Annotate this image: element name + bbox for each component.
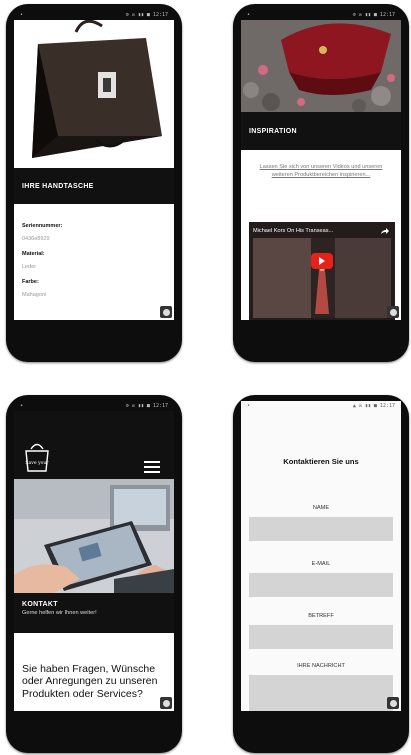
form-title: Kontaktieren Sie uns: [283, 457, 359, 466]
chat-button[interactable]: [160, 306, 172, 318]
section-title-bar: IHRE HANDTASCHE: [14, 168, 174, 204]
status-right: ⚙ ✉ ▮▮ ■ 12:17: [352, 12, 395, 18]
material-value: Leder: [22, 264, 37, 270]
chat-icon: [162, 699, 170, 707]
handbag-photo: [14, 20, 174, 168]
chat-icon: [389, 308, 397, 316]
hamburger-menu-button[interactable]: [144, 461, 160, 473]
chat-icon: [162, 308, 170, 316]
chat-button[interactable]: [387, 306, 399, 318]
chat-button[interactable]: [387, 697, 399, 709]
youtube-video-embed[interactable]: Michael Kors On His Transeas...: [249, 222, 395, 320]
screen: Save your KONTAKT Gerne helfen wir Ihnen…: [14, 411, 174, 711]
name-label: NAME: [312, 505, 330, 511]
message-label: IHRE NACHRICHT: [297, 663, 345, 669]
phone-inspiration: • ⚙ ✉ ▮▮ ■ 12:17 INSPIRATION Lassen Sie …: [233, 4, 409, 362]
status-right: ⚙ ✉ ▮▮ ■ 12:17: [125, 403, 168, 409]
color-label: Farbe:: [22, 279, 39, 285]
play-icon: [319, 257, 325, 265]
name-field[interactable]: [249, 517, 393, 541]
section-title-bar: INSPIRATION: [241, 112, 401, 150]
subject-field[interactable]: [249, 625, 393, 649]
play-button[interactable]: [311, 253, 333, 269]
tablet-hands-photo: [14, 479, 174, 593]
color-value: Mahagoni: [22, 292, 47, 298]
section-title-bar: KONTAKT Gerne helfen wir Ihnen weiter!: [14, 593, 174, 633]
subject-label: BETREFF: [308, 613, 334, 619]
screen: INSPIRATION Lassen Sie sich von unseren …: [241, 20, 401, 320]
phone-handbag-details: • ⚙ ✉ ▮▮ ■ 12:17 IHRE HANDTASCHE Serienn…: [6, 4, 182, 362]
section-title: KONTAKT: [22, 601, 58, 608]
serial-value: 0436e8929: [22, 236, 50, 242]
serial-label: Seriennummer:: [22, 223, 63, 229]
status-left: •: [20, 403, 24, 409]
video-title: Michael Kors On His Transeas...: [253, 228, 334, 234]
section-subtitle: Gerne helfen wir Ihnen weiter!: [22, 610, 97, 616]
inspiration-link[interactable]: Lassen Sie sich von unseren Videos und u…: [251, 163, 391, 179]
email-field[interactable]: [249, 573, 393, 597]
phone-contact-form: • ▲ ✉ ▮▮ ■ 12:17 Kontaktieren Sie uns NA…: [233, 395, 409, 753]
status-right: ⚙ ✉ ▮▮ ■ 12:17: [125, 12, 168, 18]
video-thumbnail: [249, 222, 395, 320]
contact-question: Sie haben Fragen, Wünsche oder Anregunge…: [22, 663, 158, 700]
screen: Kontaktieren Sie uns NAME E-MAIL BETREFF…: [241, 411, 401, 711]
brand-logo[interactable]: Save your: [22, 439, 52, 473]
logo-text: Save your: [25, 460, 49, 466]
section-title: INSPIRATION: [249, 127, 297, 135]
status-bar: • ⚙ ✉ ▮▮ ■ 12:17: [241, 10, 401, 20]
status-right: ▲ ✉ ▮▮ ■ 12:17: [352, 403, 395, 409]
phone-contact-intro: • ⚙ ✉ ▮▮ ■ 12:17 Save your KONTAKT Gerne…: [6, 395, 182, 753]
share-icon[interactable]: [380, 227, 390, 235]
menu-icon: [144, 461, 160, 463]
material-label: Material:: [22, 251, 45, 257]
status-bar: • ⚙ ✉ ▮▮ ■ 12:17: [14, 10, 174, 20]
status-left: •: [247, 403, 251, 409]
chat-icon: [389, 699, 397, 707]
status-bar: • ▲ ✉ ▮▮ ■ 12:17: [241, 401, 401, 411]
product-details: Seriennummer: 0436e8929 Material: Leder …: [22, 223, 168, 308]
screen: IHRE HANDTASCHE Seriennummer: 0436e8929 …: [14, 20, 174, 320]
chat-button[interactable]: [160, 697, 172, 709]
status-bar: • ⚙ ✉ ▮▮ ■ 12:17: [14, 401, 174, 411]
bag-with-roses-photo: [241, 20, 401, 112]
app-header: Save your: [14, 411, 174, 479]
status-left: •: [247, 12, 251, 18]
message-field[interactable]: [249, 675, 393, 711]
status-left: •: [20, 12, 24, 18]
email-label: E-MAIL: [311, 561, 331, 567]
section-title: IHRE HANDTASCHE: [22, 182, 94, 190]
